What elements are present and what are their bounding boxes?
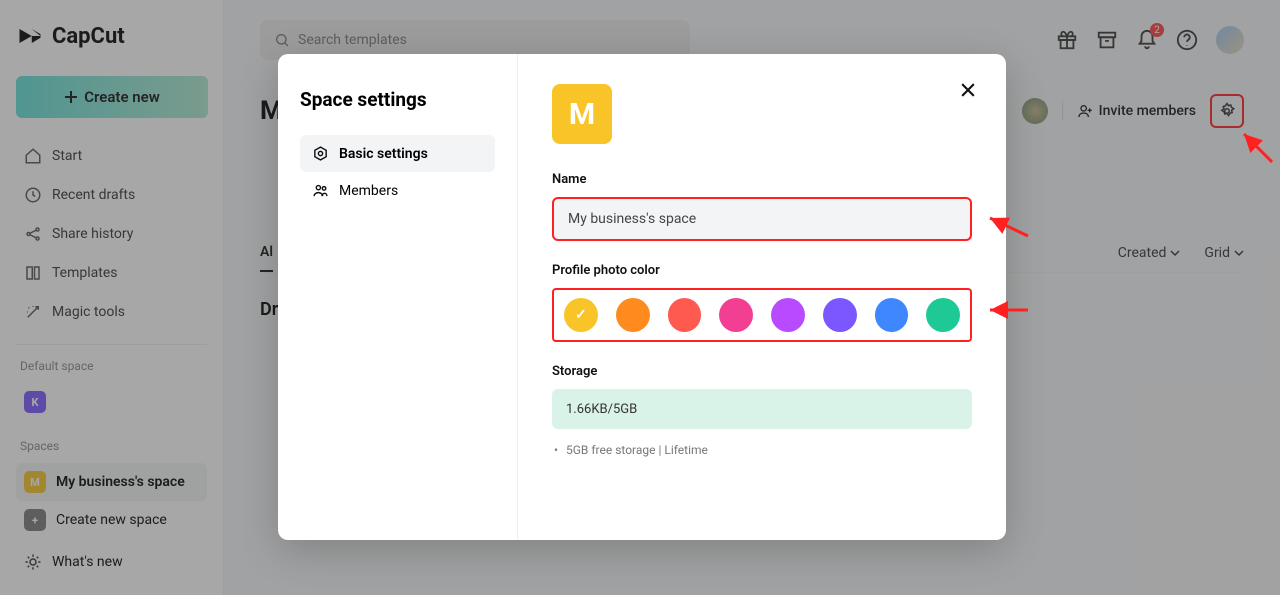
color-swatches [552, 288, 972, 342]
space-settings-modal: Space settings Basic settings Members M … [278, 54, 1006, 540]
color-violet[interactable] [823, 298, 857, 332]
modal-content: M Name Profile photo color Storage 1.66K… [518, 54, 1006, 540]
modal-sidebar: Space settings Basic settings Members [278, 54, 518, 540]
color-field-label: Profile photo color [552, 263, 972, 278]
space-avatar: M [552, 84, 612, 144]
modal-title: Space settings [300, 88, 495, 111]
color-purple[interactable] [771, 298, 805, 332]
settings-tab-members[interactable]: Members [300, 172, 495, 209]
settings-tab-basic[interactable]: Basic settings [300, 135, 495, 172]
name-field-label: Name [552, 172, 972, 187]
storage-label: Storage [552, 364, 972, 379]
color-orange[interactable] [616, 298, 650, 332]
storage-usage: 1.66KB/5GB [552, 389, 972, 429]
storage-note: 5GB free storage | Lifetime [552, 443, 972, 457]
members-icon [312, 182, 329, 199]
gear-icon [312, 145, 329, 162]
color-pink[interactable] [719, 298, 753, 332]
color-red[interactable] [668, 298, 702, 332]
color-yellow[interactable] [564, 298, 598, 332]
color-blue[interactable] [875, 298, 909, 332]
space-name-input[interactable] [552, 197, 972, 241]
color-green[interactable] [926, 298, 960, 332]
close-button[interactable] [958, 80, 978, 104]
close-icon [958, 80, 978, 100]
